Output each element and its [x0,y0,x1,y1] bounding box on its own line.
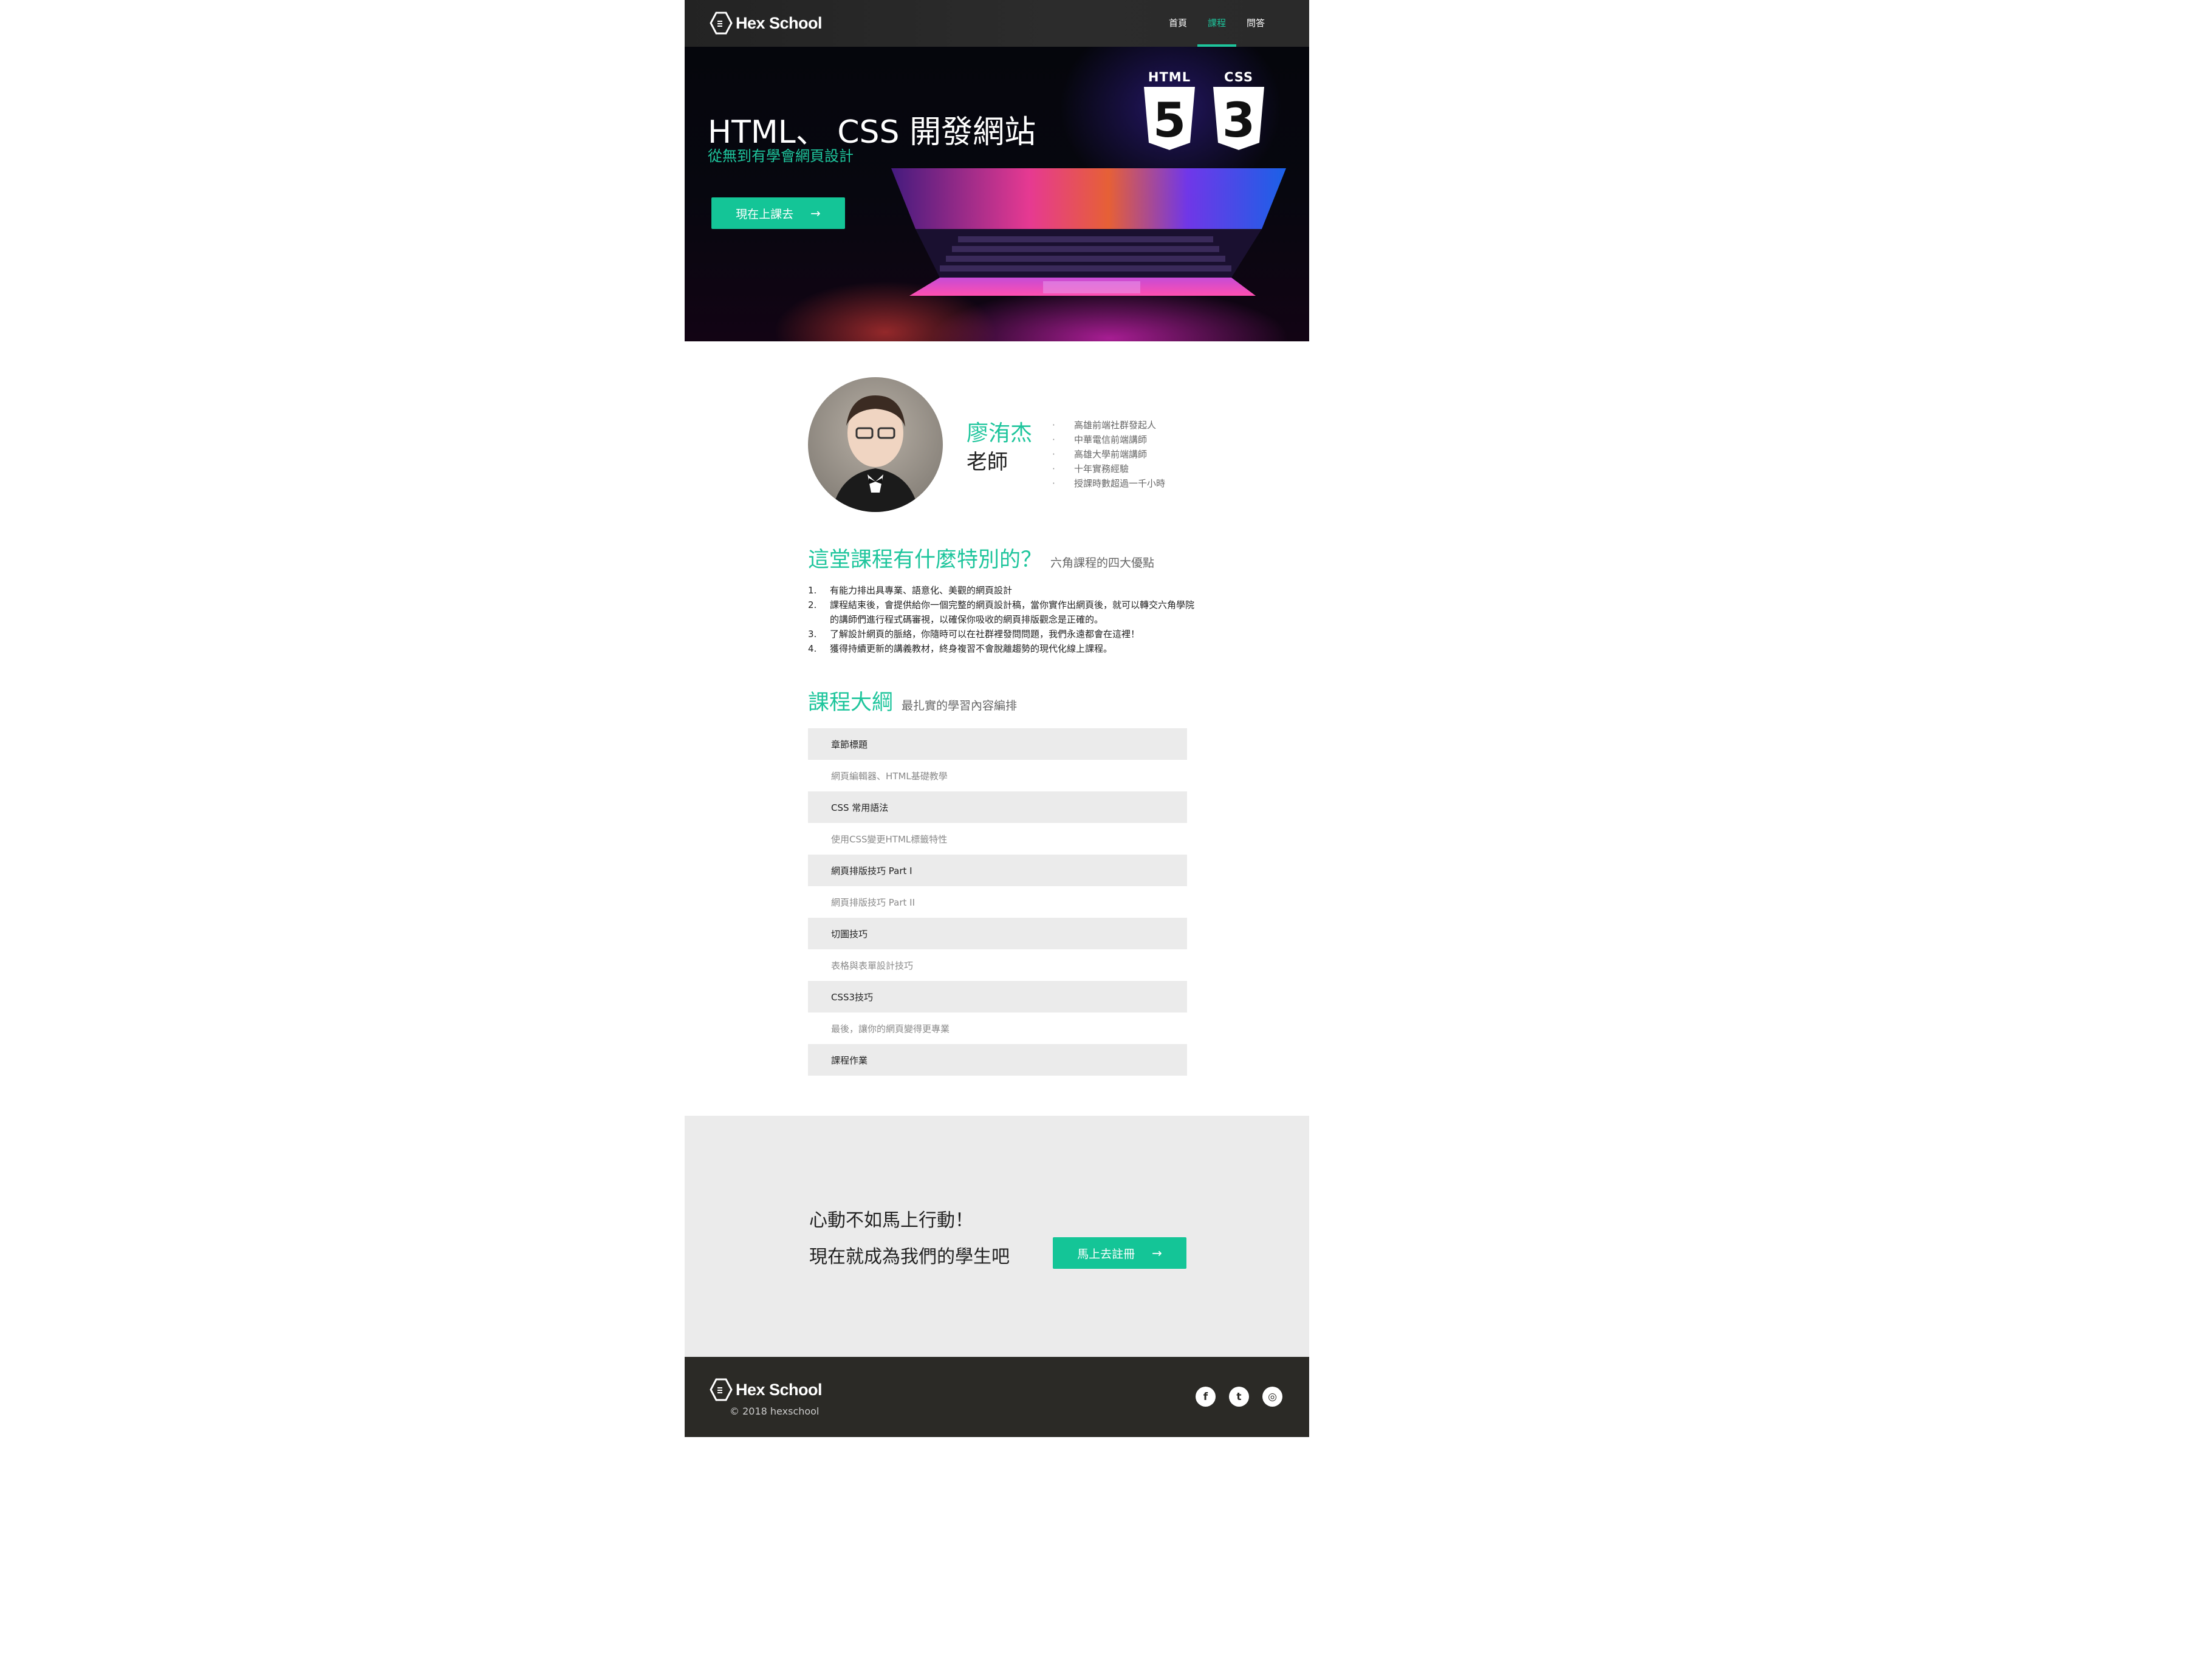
features-title: 這堂課程有什麼特別的？ [808,548,1042,572]
arrow-right-icon: → [1152,1246,1162,1260]
feature-item: 4. 獲得持續更新的講義教材，終身複習不會脫離趨勢的現代化線上課程。 [808,643,1113,654]
outline-subtitle: 最扎實的學習內容編排 [902,699,1018,712]
hero-subtitle: 從無到有學會網頁設計 [708,148,854,165]
teacher-name: 廖洧杰 [967,421,1033,446]
features-heading: 這堂課程有什麼特別的？ 六角課程的四大優點 [808,542,1154,573]
css3-digit: 3 [1222,94,1255,148]
html5-digit: 5 [1153,94,1186,148]
outline-row: 表格與表單設計技巧 [808,949,1187,981]
register-button[interactable]: 馬上去註冊 → [1053,1237,1186,1269]
outline-row: 切圖技巧 [808,918,1187,949]
css3-badge: CSS 3 [1210,70,1268,151]
hero-banner: HTML、 CSS 開發網站 從無到有學會網頁設計 現在上課去 → HTML 5… [685,47,1309,341]
nav-links: 首頁 課程 問答 [1159,0,1275,47]
teacher-photo [832,395,919,512]
feature-item: 1. 有能力排出具專業、語意化、美觀的網頁設計 [808,585,1013,596]
copyright-text: © 2018 hexschool [730,1405,820,1417]
feature-item: 3. 了解設計網頁的脈絡，你隨時可以在社群裡發問問題，我們永遠都會在這裡！ [808,629,1140,640]
html5-badge: HTML 5 [1140,70,1199,151]
cta-line-2: 現在就成為我們的學生吧 [809,1246,1010,1268]
footer-brand-name: Hex School [736,1380,823,1399]
teacher-credentials: · 高雄前端社群發起人 · 中華電信前端講師 · 高雄大學前端講師 · 十年實務經驗 ·… [1052,418,1165,491]
start-course-label: 現在上課去 [736,207,794,221]
outline-row: 最後，讓你的網頁變得更專業 [808,1012,1187,1044]
landing-page: Hex School 首頁 課程 問答 HTML、 CSS 開發網站 從無到有學… [685,0,1309,1437]
css3-shield-icon: 3 [1213,87,1264,150]
teacher-avatar [808,377,943,512]
outline-row: 課程作業 [808,1044,1187,1076]
teacher-role: 老師 [967,450,1008,474]
twitter-icon[interactable]: t [1229,1387,1249,1407]
outline-row: CSS 常用語法 [808,791,1187,823]
html5-label: HTML [1148,70,1191,84]
laptop-image [891,168,1286,296]
feature-item: 2. 課程結束後，會提供給你一個完整的網頁設計稿，當你實作出網頁後，就可以轉交六角… [808,599,1195,625]
credential-item: · 十年實務經驗 [1052,463,1129,474]
credential-item: · 授課時數超過一千小時 [1052,478,1166,489]
features-subtitle: 六角課程的四大優點 [1050,556,1155,570]
brand-name: Hex School [736,13,823,32]
arrow-right-icon: → [810,206,821,220]
credential-item: · 高雄大學前端講師 [1052,449,1148,460]
footer-logo[interactable]: Hex School [709,1378,823,1402]
html5-shield-icon: 5 [1144,87,1195,150]
credential-item: · 中華電信前端講師 [1052,434,1148,445]
footer: Hex School © 2018 hexschool f t ◎ [685,1357,1309,1437]
features-list: 1. 有能力排出具專業、語意化、美觀的網頁設計 2. 課程結束後，會提供給你一個完整… [808,583,1197,656]
top-navbar: Hex School 首頁 課程 問答 [685,0,1309,47]
tech-badges: HTML 5 CSS 3 [1140,70,1268,151]
outline-row: CSS3技巧 [808,981,1187,1012]
credential-item: · 高雄前端社群發起人 [1052,420,1157,431]
cta-section: 心動不如馬上行動！ 現在就成為我們的學生吧 馬上去註冊 → [685,1116,1309,1357]
nav-item-courses[interactable]: 課程 [1197,0,1236,47]
register-label: 馬上去註冊 [1077,1247,1135,1261]
outline-heading: 課程大綱 最扎實的學習內容編排 [808,685,1017,716]
outline-title: 課程大綱 [808,691,894,715]
css3-label: CSS [1224,70,1254,84]
outline-row: 章節標題 [808,728,1187,760]
social-links: f t ◎ [1196,1387,1282,1407]
nav-item-home[interactable]: 首頁 [1159,0,1197,47]
outline-row: 網頁編輯器、HTML基礎教學 [808,760,1187,791]
nav-item-qa[interactable]: 問答 [1236,0,1275,47]
facebook-icon[interactable]: f [1196,1387,1216,1407]
outline-row: 網頁排版技巧 Part I [808,855,1187,886]
start-course-button[interactable]: 現在上課去 → [711,197,845,229]
outline-table: 章節標題 網頁編輯器、HTML基礎教學 CSS 常用語法 使用CSS變更HTML… [808,728,1187,1076]
outline-row: 網頁排版技巧 Part II [808,886,1187,918]
instagram-icon[interactable]: ◎ [1262,1387,1282,1407]
hexagon-logo-icon [710,12,733,35]
brand-logo[interactable]: Hex School [709,11,823,35]
hexagon-logo-icon [710,1378,733,1401]
cta-line-1: 心動不如馬上行動！ [809,1210,973,1231]
outline-row: 使用CSS變更HTML標籤特性 [808,823,1187,855]
